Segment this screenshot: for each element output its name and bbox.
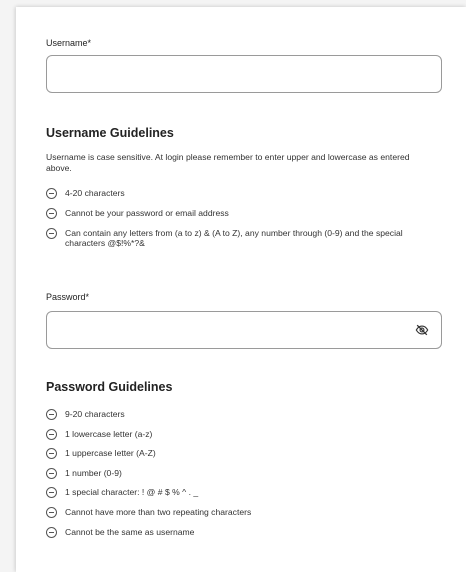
password-guidelines-heading: Password Guidelines [46,380,173,394]
minus-circle-icon [46,448,57,459]
username-field-wrapper [46,55,442,93]
minus-circle-icon [46,527,57,538]
password-field-wrapper [46,311,442,349]
password-input[interactable] [47,312,441,348]
eye-slash-icon[interactable] [415,323,429,337]
rule-text: 1 lowercase letter (a-z) [65,429,153,439]
minus-circle-icon [46,429,57,440]
username-guidelines-heading: Username Guidelines [46,126,174,140]
password-rule: Cannot have more than two repeating char… [46,507,438,518]
rule-text: 1 number (0-9) [65,468,122,478]
password-rule: 1 lowercase letter (a-z) [46,429,438,440]
password-label: Password* [46,292,90,302]
rule-text: 9-20 characters [65,409,125,419]
password-rule: Cannot be the same as username [46,527,438,538]
minus-circle-icon [46,507,57,518]
rule-text: Cannot be the same as username [65,527,195,537]
minus-circle-icon [46,188,57,199]
username-guidelines-description: Username is case sensitive. At login ple… [46,152,410,173]
rule-text: 4-20 characters [65,188,125,198]
minus-circle-icon [46,487,57,498]
rule-text: Cannot have more than two repeating char… [65,507,252,517]
rule-text: 1 special character: ! @ # $ % ^ . _ [65,487,199,497]
minus-circle-icon [46,409,57,420]
username-rule: Cannot be your password or email address [46,208,438,219]
minus-circle-icon [46,208,57,219]
password-rule: 1 number (0-9) [46,468,438,479]
registration-form: Username* Username Guidelines Username i… [16,7,466,572]
rule-text: Can contain any letters from (a to z) & … [65,228,403,248]
minus-circle-icon [46,228,57,239]
minus-circle-icon [46,468,57,479]
rule-text: Cannot be your password or email address [65,208,229,218]
username-rule: Can contain any letters from (a to z) & … [46,228,438,248]
username-input[interactable] [47,56,441,92]
username-rule: 4-20 characters [46,188,438,199]
password-rule: 9-20 characters [46,409,438,420]
rule-text: 1 uppercase letter (A-Z) [65,448,156,458]
password-rule: 1 uppercase letter (A-Z) [46,448,438,459]
username-label: Username* [46,38,92,48]
password-rule: 1 special character: ! @ # $ % ^ . _ [46,487,438,498]
